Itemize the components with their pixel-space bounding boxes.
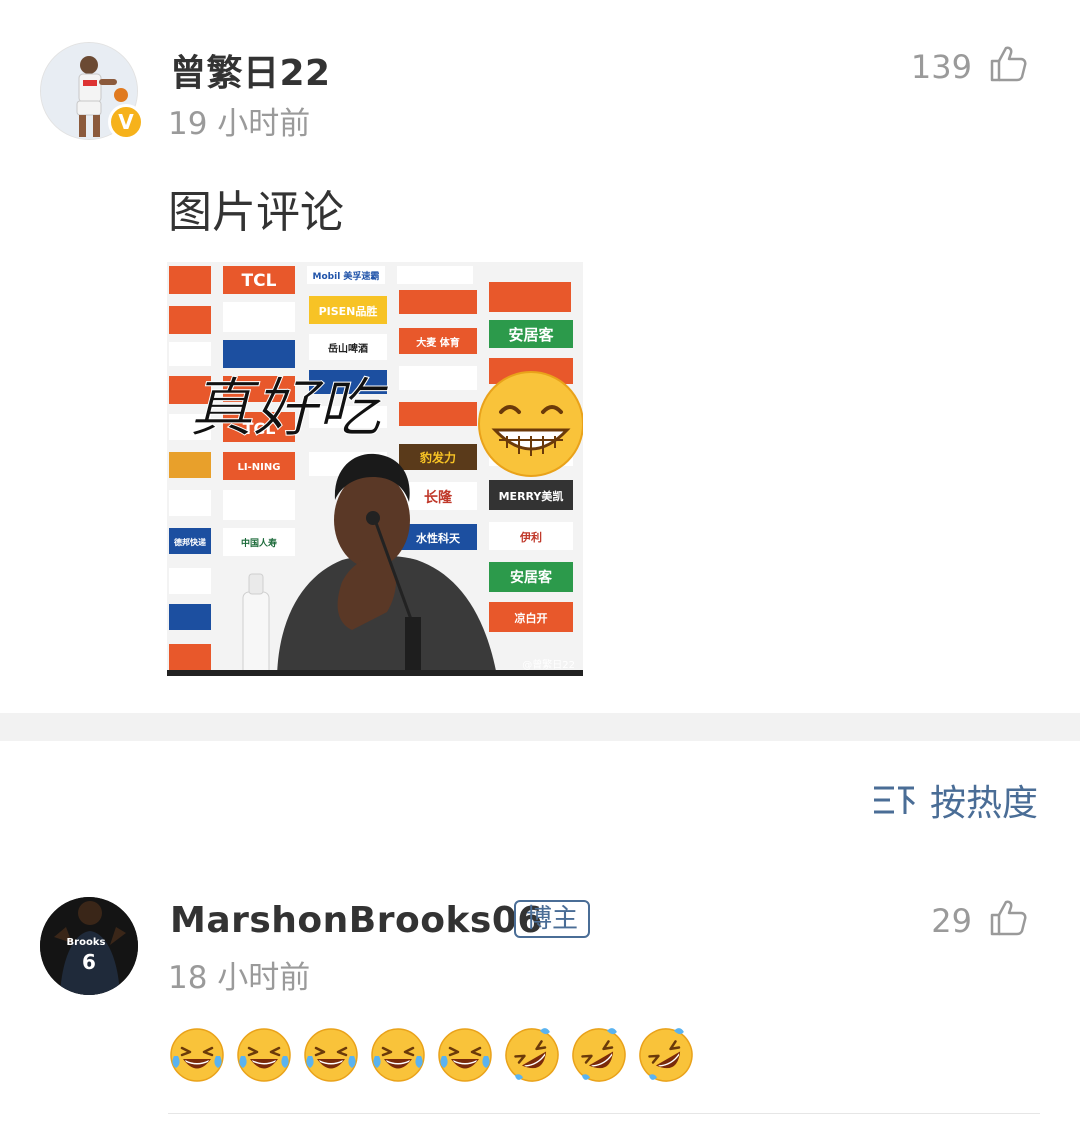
avatar[interactable]: Brooks 6 <box>40 897 138 995</box>
divider-line <box>168 1113 1040 1114</box>
laughing-tears-emoji-icon <box>438 1028 492 1082</box>
sponsor-laoshan: 岳山啤酒 <box>328 342 368 355</box>
sponsor-damai: 大麦 体育 <box>416 336 459 349</box>
thumbs-up-icon[interactable] <box>988 44 1028 84</box>
sponsor-baofali: 豹发力 <box>419 450 456 465</box>
sponsor-chinalife: 中国人寿 <box>241 537 277 549</box>
grin-emoji-icon <box>478 371 583 477</box>
username[interactable]: 曾繁日22 <box>170 44 331 96</box>
svg-text:安居客: 安居客 <box>510 569 553 586</box>
sponsor-pisen: PISEN品胜 <box>319 304 378 318</box>
sponsor-tcl: TCL <box>242 271 277 291</box>
laughing-tears-emoji-icon <box>170 1028 224 1082</box>
comment-image[interactable]: TCL Mobil 美孚速霸 PISEN品胜 安居客 岳山啤酒 大麦 体育 TC… <box>167 262 583 676</box>
sponsor-mobil: Mobil 美孚速霸 <box>313 270 380 282</box>
image-watermark: @曾繁日22 <box>522 658 575 671</box>
blogger-badge: 博主 <box>514 900 591 938</box>
section-divider <box>0 713 1080 741</box>
emoji-comment <box>168 1026 695 1084</box>
player-avatar-image: Brooks 6 <box>40 897 138 995</box>
sponsor-shuixing: 水性科天 <box>416 531 461 545</box>
verified-badge-icon: V <box>108 104 144 140</box>
thumbs-up-icon[interactable] <box>988 898 1028 938</box>
laughing-tears-emoji-icon <box>304 1028 358 1082</box>
sort-label: 按热度 <box>929 783 1038 824</box>
rolling-laughing-emoji-icon <box>505 1028 559 1082</box>
jersey-number: 6 <box>82 950 96 974</box>
sponsor-changlong: 长隆 <box>424 489 453 506</box>
comment-text: 图片评论 <box>168 187 344 238</box>
sponsor-liangbaikai: 凉白开 <box>515 611 548 625</box>
sponsor-lining: LI-NING <box>238 462 281 473</box>
sponsor-merry: MERRY美凯 <box>499 489 564 503</box>
sort-icon <box>873 786 915 814</box>
sponsor-deppon: 德邦快递 <box>174 537 206 547</box>
sponsor-yili: 伊利 <box>519 530 542 544</box>
rolling-laughing-emoji-icon <box>639 1028 693 1082</box>
like-count: 139 <box>910 48 972 86</box>
sort-by-popularity-button[interactable]: 按热度 <box>872 774 1038 826</box>
rolling-laughing-emoji-icon <box>572 1028 626 1082</box>
jersey-name: Brooks <box>67 937 106 948</box>
laughing-tears-emoji-icon <box>237 1028 291 1082</box>
press-conference-photo: TCL Mobil 美孚速霸 PISEN品胜 安居客 岳山啤酒 大麦 体育 TC… <box>167 262 583 676</box>
comment-time: 18 小时前 <box>168 960 311 996</box>
comment-time: 19 小时前 <box>168 106 311 142</box>
sponsor-anjuke: 安居客 <box>508 326 554 344</box>
username[interactable]: MarshonBrooks06 <box>170 900 543 941</box>
laughing-tears-emoji-icon <box>371 1028 425 1082</box>
image-caption: 真好吃 <box>189 372 389 446</box>
like-count: 29 <box>931 902 972 940</box>
